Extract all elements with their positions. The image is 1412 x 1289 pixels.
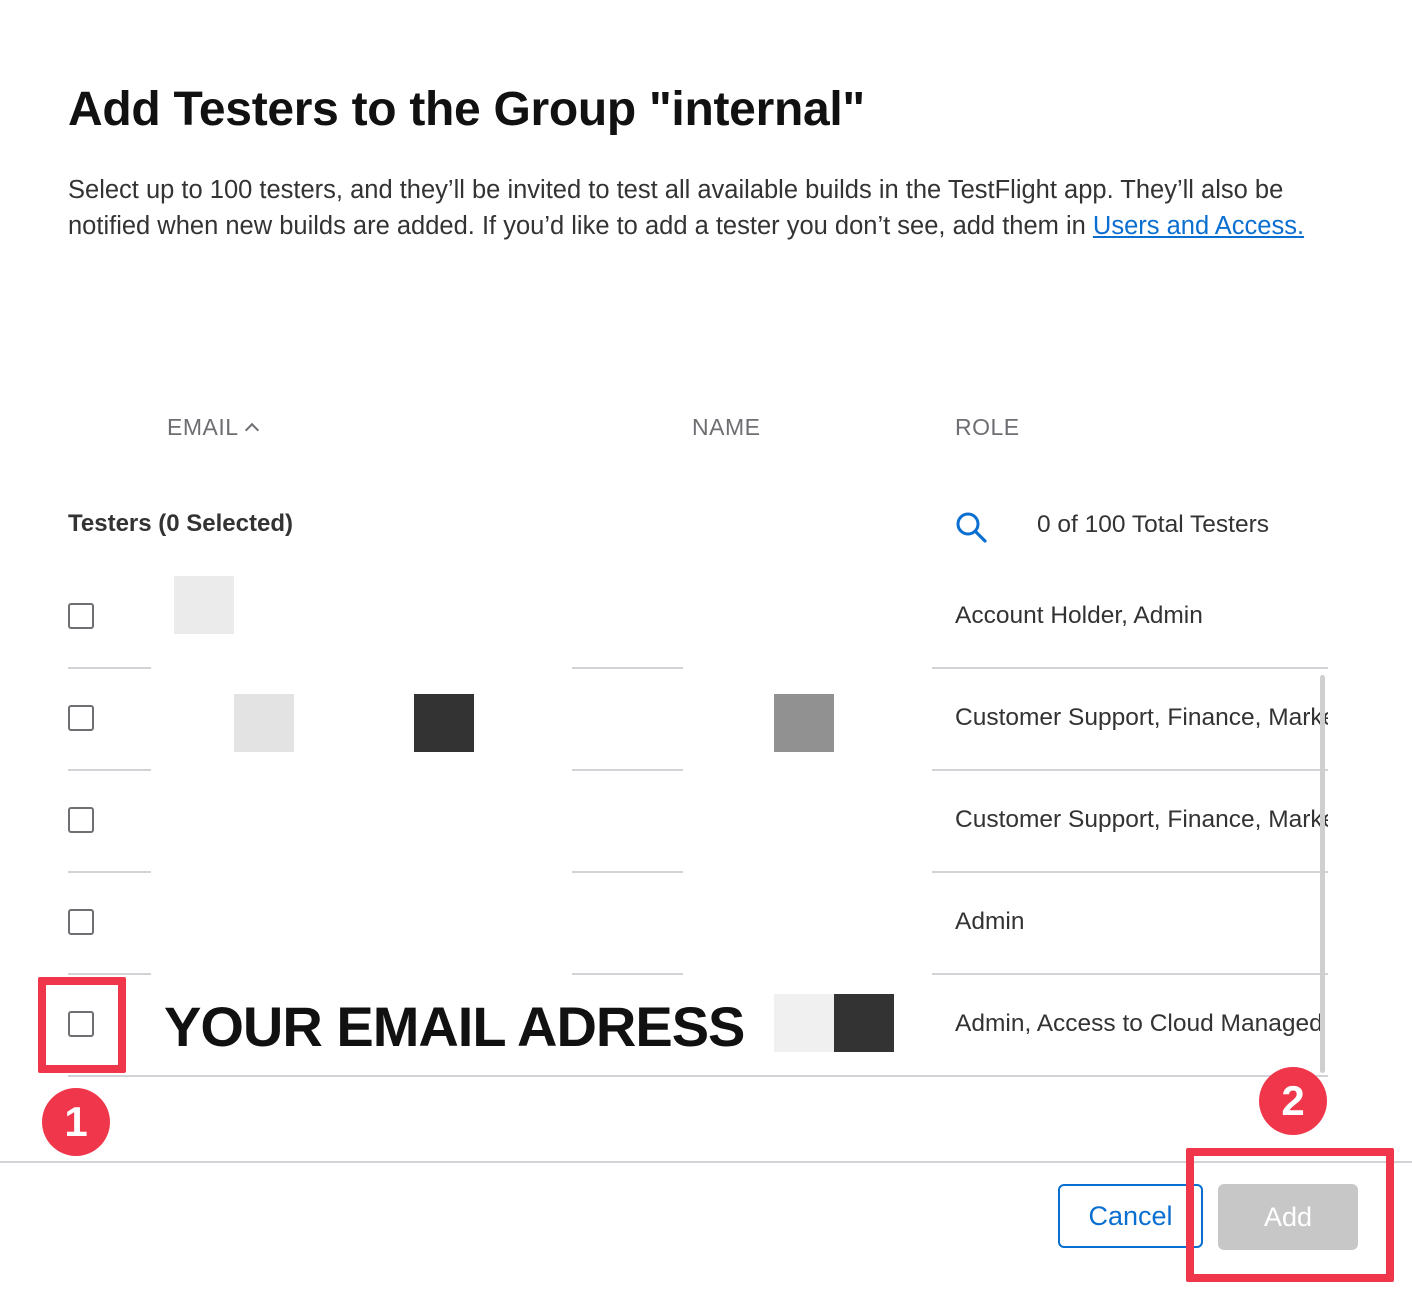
column-header-email[interactable]: EMAIL [167, 414, 259, 441]
redacted-block [774, 994, 834, 1052]
tester-role: Admin [955, 908, 1025, 935]
redacted-block [834, 994, 894, 1052]
table-row: Customer Support, Finance, Marketing [0, 668, 1412, 770]
total-testers-count: 0 of 100 Total Testers [1037, 511, 1269, 538]
column-email-label: EMAIL [167, 414, 239, 440]
users-and-access-link[interactable]: Users and Access. [1093, 212, 1304, 240]
scrollbar[interactable] [1320, 675, 1325, 1073]
testers-selected-label: Testers (0 Selected) [68, 510, 293, 537]
caret-up-icon [244, 422, 259, 438]
highlight-box-checkbox [38, 977, 126, 1073]
dialog-description: Select up to 100 testers, and they’ll be… [68, 172, 1308, 244]
table-row: Admin [0, 872, 1412, 974]
step-badge-1: 1 [42, 1088, 110, 1156]
tester-checkbox[interactable] [68, 705, 94, 731]
table-row: Customer Support, Finance, Marketing [0, 770, 1412, 872]
tester-checkbox[interactable] [68, 807, 94, 833]
tester-role: Admin, Access to Cloud Managed [955, 1010, 1323, 1037]
tester-checkbox[interactable] [68, 909, 94, 935]
redacted-block [414, 694, 474, 752]
row-divider [68, 1075, 1328, 1077]
tester-role: Account Holder, Admin [955, 602, 1203, 629]
tester-role: Customer Support, Finance, Marketing [955, 806, 1328, 833]
highlight-box-add [1186, 1148, 1394, 1282]
search-icon[interactable] [953, 509, 989, 545]
tester-checkbox[interactable] [68, 603, 94, 629]
table-row: Account Holder, Admin [0, 566, 1412, 668]
email-overlay-annotation: YOUR EMAIL ADRESS [164, 995, 745, 1058]
redacted-block [774, 694, 834, 752]
tester-role: Customer Support, Finance, Marketing [955, 704, 1328, 731]
column-header-role[interactable]: ROLE [955, 414, 1020, 441]
column-header-name[interactable]: NAME [692, 414, 760, 441]
redacted-block [234, 694, 294, 752]
cancel-button[interactable]: Cancel [1058, 1184, 1203, 1248]
redacted-block [174, 576, 234, 634]
dialog-title: Add Testers to the Group "internal" [68, 83, 865, 136]
step-badge-2: 2 [1259, 1067, 1327, 1135]
